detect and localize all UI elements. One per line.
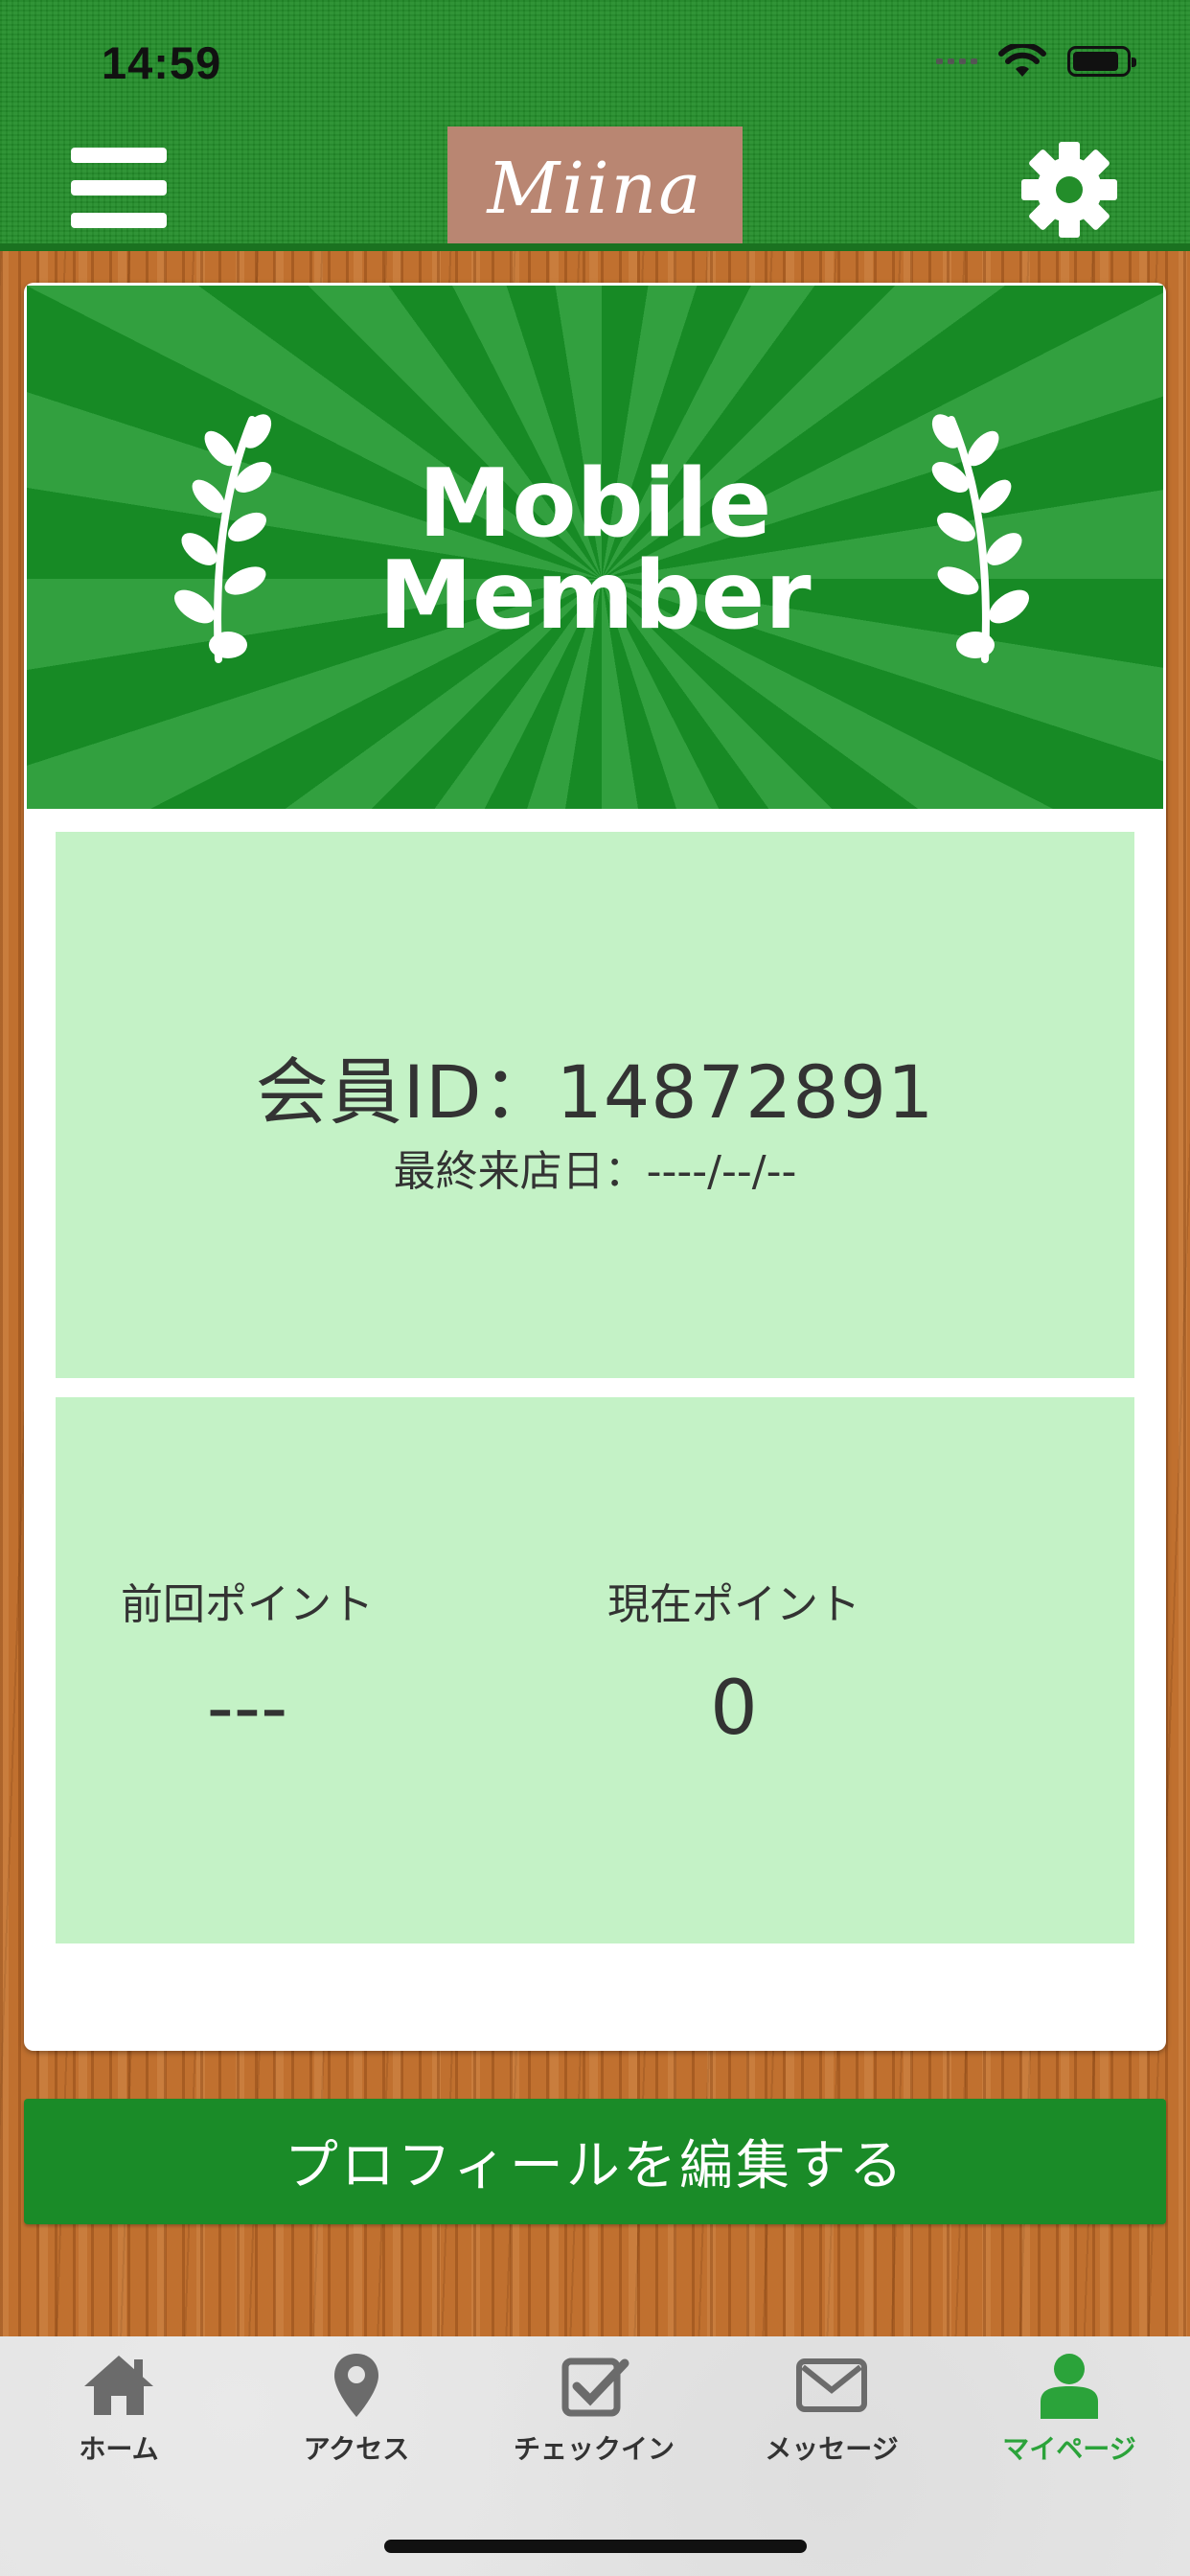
member-id-panel: 会員ID：14872891 最終来店日：----/--/-- xyxy=(56,832,1134,1378)
tab-mypage[interactable]: マイページ xyxy=(950,2336,1188,2490)
laurel-right-icon xyxy=(931,414,1030,663)
current-points: 現在ポイント 0 xyxy=(542,1570,926,1752)
previous-points-value: --- xyxy=(206,1666,288,1752)
menu-button[interactable] xyxy=(71,148,169,230)
hamburger-menu-icon xyxy=(71,148,167,163)
checkin-icon xyxy=(561,2358,629,2417)
mobile-member-banner: Mobile Member xyxy=(27,286,1163,809)
user-icon xyxy=(1041,2354,1098,2419)
wifi-icon xyxy=(998,44,1046,77)
home-indicator[interactable] xyxy=(384,2540,807,2553)
logo-text: Miina xyxy=(487,148,703,230)
previous-points-label: 前回ポイント xyxy=(121,1580,374,1629)
battery-icon xyxy=(1067,46,1136,77)
tab-mypage-label: マイページ xyxy=(1002,2433,1136,2465)
last-visit-date: 最終来店日：----/--/-- xyxy=(393,1147,797,1196)
current-points-label: 現在ポイント xyxy=(607,1580,860,1629)
tab-message-label: メッセージ xyxy=(765,2433,899,2465)
tab-checkin[interactable]: チェックイン xyxy=(475,2336,713,2490)
tab-home[interactable]: ホーム xyxy=(0,2336,238,2490)
cellular-signal-icon xyxy=(936,58,977,64)
previous-points: 前回ポイント --- xyxy=(56,1570,439,1752)
tab-message[interactable]: メッセージ xyxy=(713,2336,950,2490)
points-panel: 前回ポイント --- 現在ポイント 0 xyxy=(56,1397,1134,1944)
tab-home-label: ホーム xyxy=(79,2433,159,2465)
status-icons xyxy=(936,44,1136,79)
gear-icon xyxy=(1021,142,1117,238)
home-icon xyxy=(84,2356,153,2415)
settings-button[interactable] xyxy=(1019,140,1119,240)
tab-access[interactable]: アクセス xyxy=(238,2336,475,2490)
member-id: 会員ID：14872891 xyxy=(255,1049,935,1135)
edit-profile-button[interactable]: プロフィールを編集する xyxy=(24,2099,1166,2224)
tab-checkin-label: チェックイン xyxy=(513,2433,675,2465)
header-bar: 14:59 Miina xyxy=(0,0,1190,251)
member-card: Mobile Member 会員ID：14872891 最終来店日：----/-… xyxy=(24,283,1166,2051)
brand-logo[interactable]: Miina xyxy=(447,126,743,251)
current-points-value: 0 xyxy=(710,1666,758,1752)
map-pin-icon xyxy=(334,2354,378,2417)
tab-access-label: アクセス xyxy=(303,2433,410,2465)
status-time: 14:59 xyxy=(102,37,222,88)
mail-icon xyxy=(796,2358,867,2412)
